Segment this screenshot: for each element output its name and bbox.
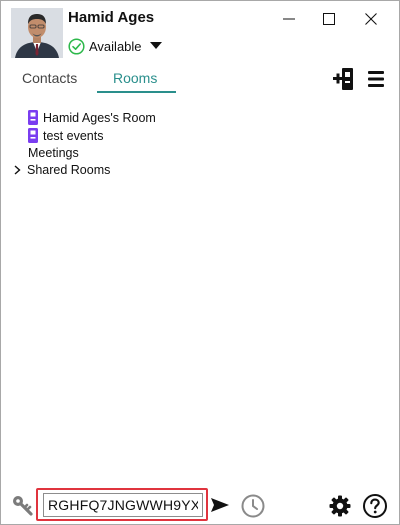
room-key-button[interactable]	[11, 493, 35, 517]
minimize-button[interactable]	[279, 9, 299, 29]
menu-button[interactable]	[364, 67, 388, 91]
maximize-icon	[323, 13, 335, 25]
active-tab-indicator	[97, 91, 176, 93]
caret-down-icon	[149, 42, 162, 49]
tab-contacts[interactable]: Contacts	[22, 70, 77, 86]
minimize-icon	[283, 18, 295, 20]
key-icon	[13, 496, 33, 516]
tree-item-room[interactable]: test events	[28, 127, 103, 144]
maximize-button[interactable]	[319, 9, 339, 29]
add-room-button[interactable]	[332, 67, 356, 91]
tree-item-room[interactable]: Hamid Ages's Room	[28, 109, 156, 126]
tree-item-label: test events	[43, 128, 104, 143]
status-selector[interactable]: Available	[68, 37, 162, 55]
user-photo	[11, 8, 63, 58]
user-name: Hamid Ages	[68, 9, 155, 26]
close-icon	[365, 13, 377, 25]
status-text: Available	[89, 38, 142, 54]
clock-icon	[241, 494, 265, 518]
app-window: Hamid Ages Available Contacts Rooms Hami…	[0, 0, 400, 525]
history-button[interactable]	[240, 493, 266, 519]
tree-item-meetings[interactable]: Meetings	[28, 144, 79, 161]
help-button[interactable]	[362, 493, 388, 519]
send-icon	[211, 498, 229, 512]
tree-item-label: Hamid Ages's Room	[43, 110, 156, 125]
tree-item-shared-rooms[interactable]: Shared Rooms	[14, 161, 110, 178]
room-icon	[28, 110, 38, 125]
room-code-input[interactable]	[43, 493, 203, 517]
tree-item-label: Shared Rooms	[27, 162, 111, 177]
settings-button[interactable]	[328, 494, 352, 518]
tab-rooms[interactable]: Rooms	[113, 70, 157, 86]
tree-item-label: Meetings	[28, 145, 79, 160]
add-room-icon	[333, 68, 353, 90]
avatar[interactable]	[11, 8, 63, 58]
send-button[interactable]	[210, 495, 230, 515]
available-check-icon	[68, 37, 85, 55]
hamburger-menu-icon	[368, 71, 384, 87]
chevron-right-icon[interactable]	[14, 164, 21, 175]
close-button[interactable]	[361, 9, 381, 29]
help-icon	[363, 494, 387, 518]
room-icon	[28, 128, 38, 143]
gear-icon	[329, 495, 351, 517]
